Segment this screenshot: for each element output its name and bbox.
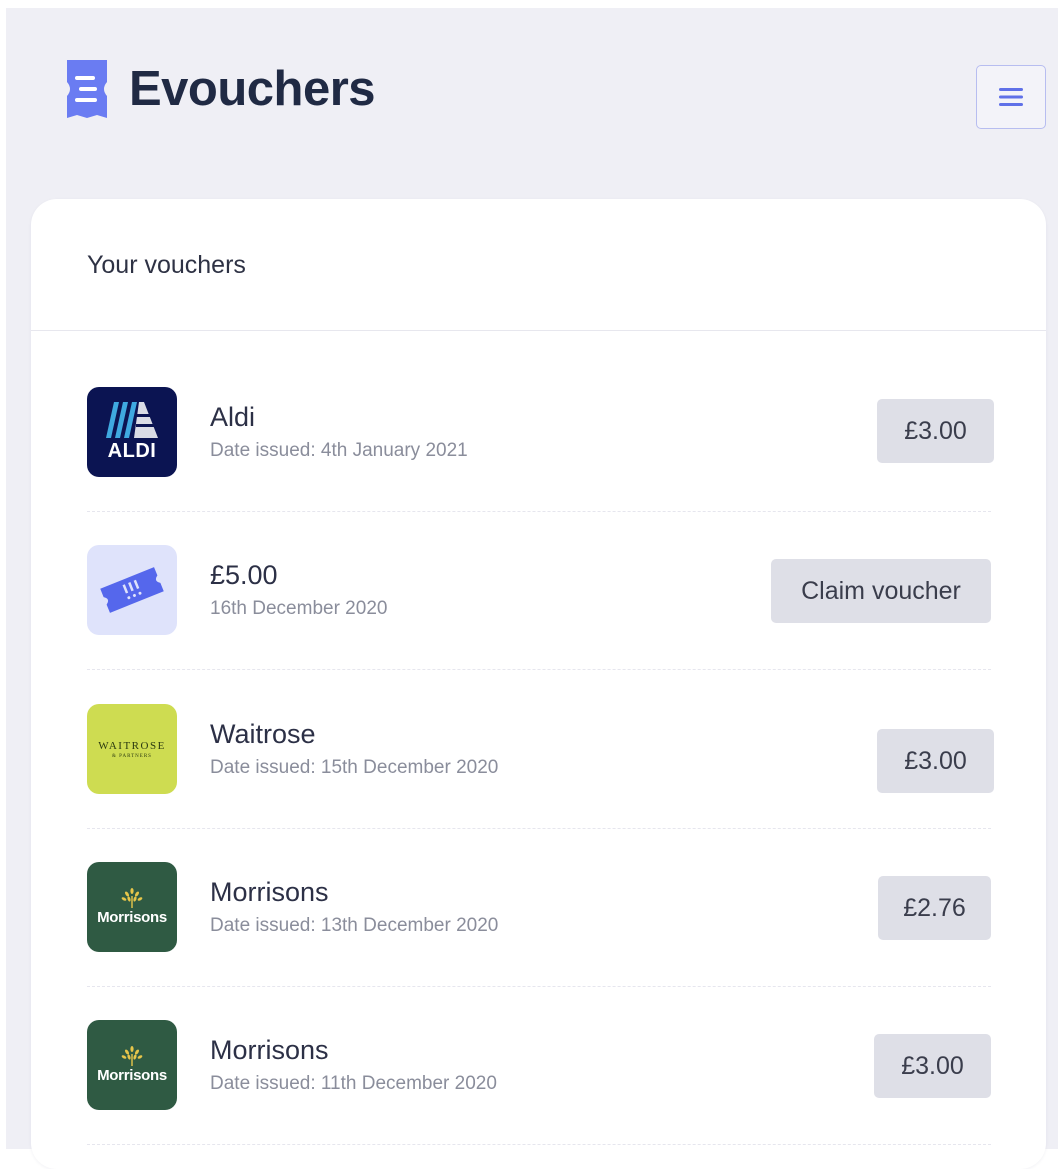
aldi-logo: ALDI [87, 387, 177, 477]
hamburger-menu-icon [999, 88, 1023, 106]
vouchers-card: Your vouchers ALDI Aldi Date issued: 4th… [31, 199, 1046, 1169]
wheat-icon [121, 1046, 143, 1066]
voucher-date: Date issued: 15th December 2020 [210, 757, 499, 778]
voucher-info: Aldi Date issued: 4th January 2021 [210, 402, 468, 462]
morrisons-logo-text: Morrisons [97, 1067, 167, 1084]
voucher-date: Date issued: 13th December 2020 [210, 915, 499, 936]
ticket-icon [100, 567, 164, 613]
app-brand[interactable]: Evouchers [63, 60, 376, 118]
voucher-title: Waitrose [210, 719, 316, 749]
wheat-icon [121, 888, 143, 908]
voucher-row-morrisons[interactable]: Morrisons Morrisons Date issued: 11th De… [87, 964, 991, 1122]
claim-voucher-button[interactable]: Claim voucher [771, 559, 991, 623]
morrisons-logo-text: Morrisons [97, 909, 167, 926]
voucher-amount-button[interactable]: £3.00 [874, 1034, 991, 1098]
voucher-info: Morrisons Date issued: 11th December 202… [210, 1035, 497, 1095]
card-header: Your vouchers [31, 199, 1046, 331]
voucher-row-waitrose[interactable]: WAITROSE & PARTNERS Waitrose Date issued… [87, 648, 994, 806]
voucher-info: Waitrose Date issued: 15th December 2020 [210, 719, 498, 779]
waitrose-logo-text: WAITROSE [98, 739, 166, 752]
row-divider [87, 1144, 991, 1145]
voucher-date: 16th December 2020 [210, 598, 388, 619]
waitrose-logo: WAITROSE & PARTNERS [87, 704, 177, 794]
voucher-title: Morrisons [210, 877, 329, 907]
voucher-amount-button[interactable]: £3.00 [877, 729, 994, 793]
app-name: Evouchers [129, 62, 376, 116]
voucher-amount-button[interactable]: £2.76 [878, 876, 991, 940]
voucher-info: Morrisons Date issued: 13th December 202… [210, 877, 498, 937]
voucher-ticket-logo [87, 545, 177, 635]
voucher-row-morrisons[interactable]: Morrisons Morrisons Date issued: 13th De… [87, 806, 991, 964]
aldi-logo-text: ALDI [107, 439, 157, 462]
aldi-stripes-icon [106, 401, 158, 438]
voucher-title: £5.00 [210, 560, 278, 590]
menu-button[interactable] [976, 65, 1046, 129]
ticket-icon [67, 60, 107, 118]
voucher-info: £5.00 16th December 2020 [210, 560, 387, 620]
morrisons-logo: Morrisons [87, 1020, 177, 1110]
voucher-date: Date issued: 4th January 2021 [210, 440, 468, 461]
morrisons-logo: Morrisons [87, 862, 177, 952]
voucher-row-claim[interactable]: £5.00 16th December 2020 Claim voucher [87, 489, 991, 647]
voucher-amount-button[interactable]: £3.00 [877, 399, 994, 463]
voucher-row-aldi[interactable]: ALDI Aldi Date issued: 4th January 2021 … [87, 331, 994, 489]
waitrose-logo-subtext: & PARTNERS [112, 753, 152, 759]
voucher-title: Aldi [210, 402, 256, 432]
voucher-title: Morrisons [210, 1035, 329, 1065]
voucher-date: Date issued: 11th December 2020 [210, 1073, 497, 1094]
card-title: Your vouchers [87, 251, 246, 279]
